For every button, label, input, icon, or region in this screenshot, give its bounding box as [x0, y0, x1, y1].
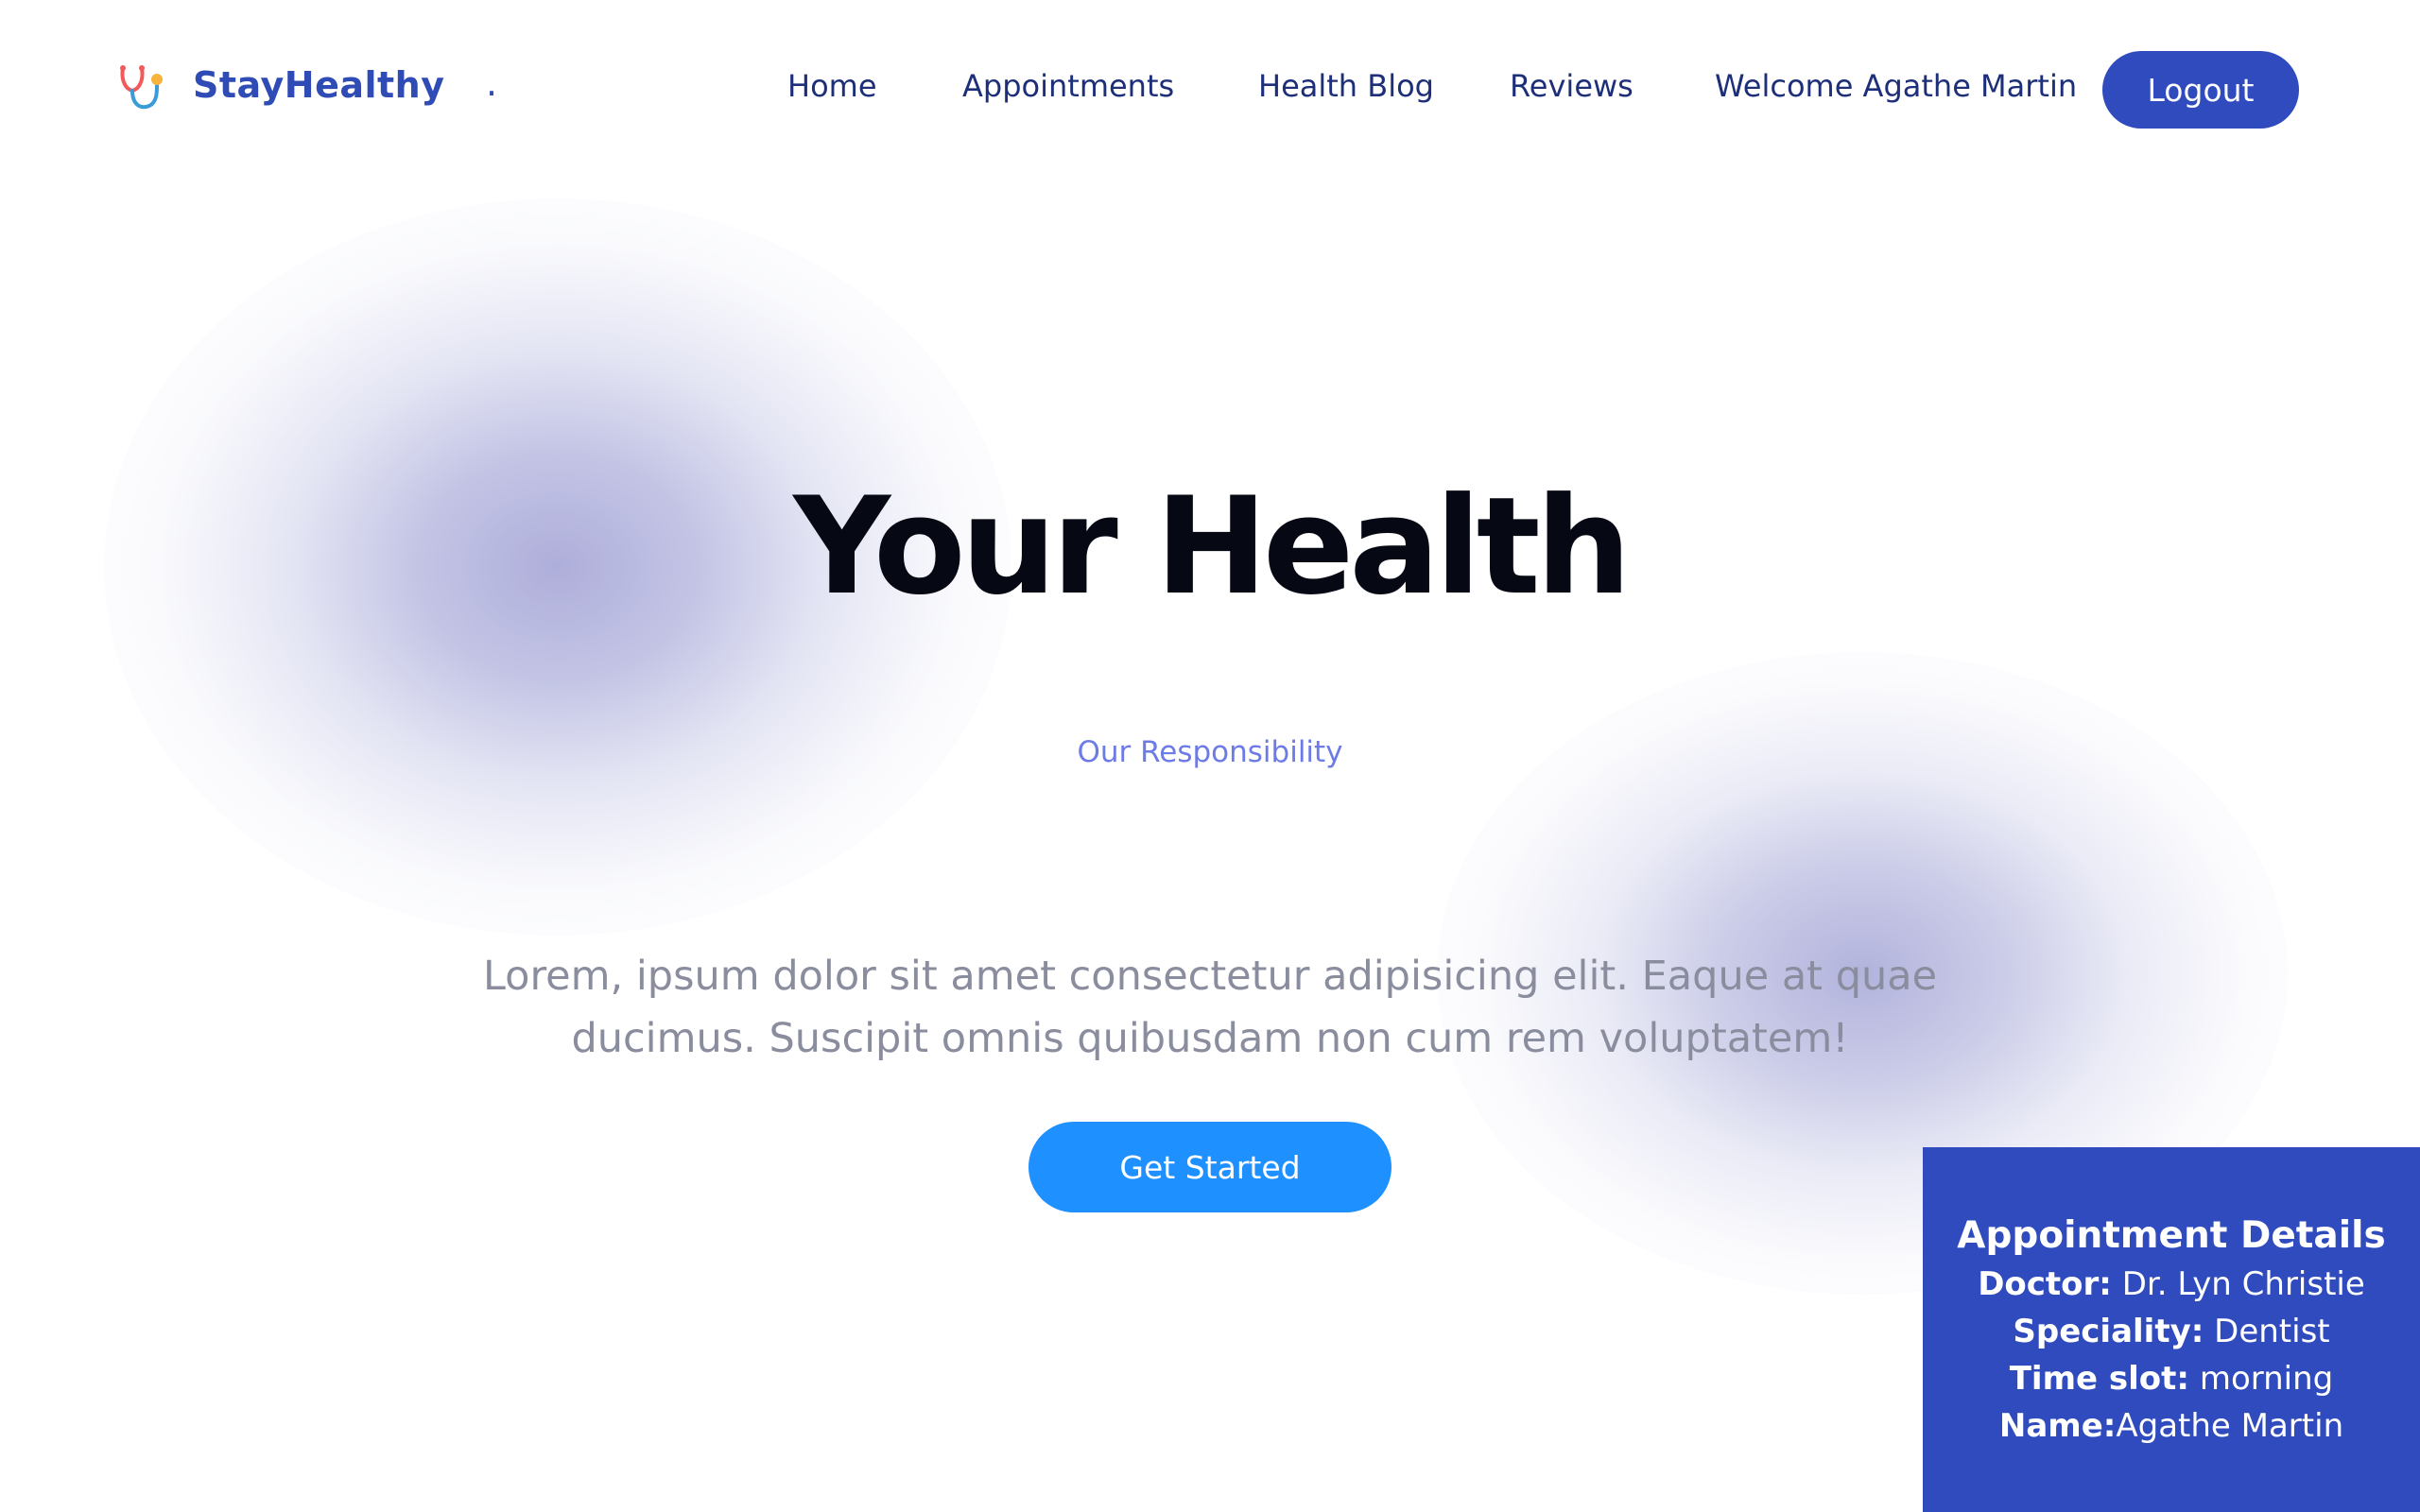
appointment-speciality-row: Speciality: Dentist: [1923, 1308, 2420, 1355]
name-label: Name:: [1998, 1407, 2117, 1445]
hero-subtitle: Our Responsibility: [1077, 735, 1343, 769]
timeslot-value: morning: [2189, 1360, 2334, 1398]
doctor-label: Doctor:: [1978, 1265, 2112, 1303]
stethoscope-icon[interactable]: [115, 62, 164, 112]
doctor-value: Dr. Lyn Christie: [2111, 1265, 2365, 1303]
speciality-value: Dentist: [2204, 1313, 2330, 1350]
nav-reviews-link[interactable]: Reviews: [1510, 68, 1634, 104]
brand-separator: .: [486, 62, 498, 104]
timeslot-label: Time slot:: [2009, 1360, 2190, 1398]
get-started-button[interactable]: Get Started: [1028, 1122, 1392, 1212]
speciality-label: Speciality:: [2013, 1313, 2204, 1350]
nav-home-link[interactable]: Home: [787, 68, 877, 104]
hero-title: Your Health: [793, 469, 1632, 625]
hero-description: Lorem, ipsum dolor sit amet consectetur …: [482, 953, 1938, 1062]
navbar: StayHealthy . Home Appointments Health B…: [0, 0, 2420, 180]
page: StayHealthy . Home Appointments Health B…: [0, 0, 2420, 1512]
appointment-name-row: Name:Agathe Martin: [1923, 1402, 2420, 1450]
appointment-details-title: Appointment Details: [1957, 1214, 2386, 1257]
appointment-details-panel: Appointment Details Doctor: Dr. Lyn Chri…: [1923, 1147, 2420, 1512]
appointment-doctor-row: Doctor: Dr. Lyn Christie: [1923, 1261, 2420, 1308]
logout-button[interactable]: Logout: [2102, 51, 2299, 129]
welcome-user-text: Welcome Agathe Martin: [1715, 68, 2078, 104]
brand-name[interactable]: StayHealthy: [193, 64, 445, 106]
nav-health-blog-link[interactable]: Health Blog: [1258, 68, 1434, 104]
nav-appointments-link[interactable]: Appointments: [962, 68, 1174, 104]
appointment-timeslot-row: Time slot: morning: [1923, 1355, 2420, 1402]
name-value: Agathe Martin: [2116, 1407, 2344, 1445]
